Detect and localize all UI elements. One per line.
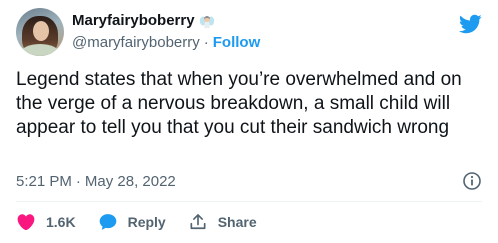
reply-label: Reply <box>127 214 166 230</box>
share-button[interactable]: Share <box>188 212 257 232</box>
heart-icon <box>17 214 35 231</box>
tweet-card: Maryfairyboberry @maryfairyboberry · Follo… <box>0 0 498 243</box>
twitter-bird-icon[interactable] <box>458 12 482 36</box>
fairy-emoji-icon <box>199 16 214 28</box>
reply-button[interactable]: Reply <box>98 212 166 232</box>
timestamp-separator: · <box>75 173 81 190</box>
tweet-text: Legend states that when you’re overwhelm… <box>16 69 462 138</box>
handle-separator: · <box>203 34 209 51</box>
author-handle-row: @maryfairyboberry · Follow <box>72 34 260 52</box>
author-name-row: Maryfairyboberry <box>72 12 215 30</box>
author-display-name[interactable]: Maryfairyboberry <box>72 12 195 30</box>
divider <box>16 201 482 202</box>
tweet-date: May 28, 2022 <box>84 173 176 190</box>
tweet-time: 5:21 PM <box>16 173 72 190</box>
avatar-face <box>33 21 49 41</box>
follow-button[interactable]: Follow <box>213 34 261 51</box>
tweet-timestamp[interactable]: 5:21 PM · May 28, 2022 <box>16 173 176 191</box>
speech-bubble-icon <box>99 214 116 230</box>
like-button[interactable]: 1.6K <box>16 212 76 232</box>
like-count: 1.6K <box>46 214 76 230</box>
share-icon <box>190 214 206 230</box>
action-bar: 1.6K Reply Share <box>16 211 279 233</box>
share-label: Share <box>217 214 257 230</box>
author-handle[interactable]: @maryfairyboberry <box>72 34 200 51</box>
info-icon[interactable] <box>462 171 482 191</box>
avatar[interactable] <box>16 8 64 56</box>
